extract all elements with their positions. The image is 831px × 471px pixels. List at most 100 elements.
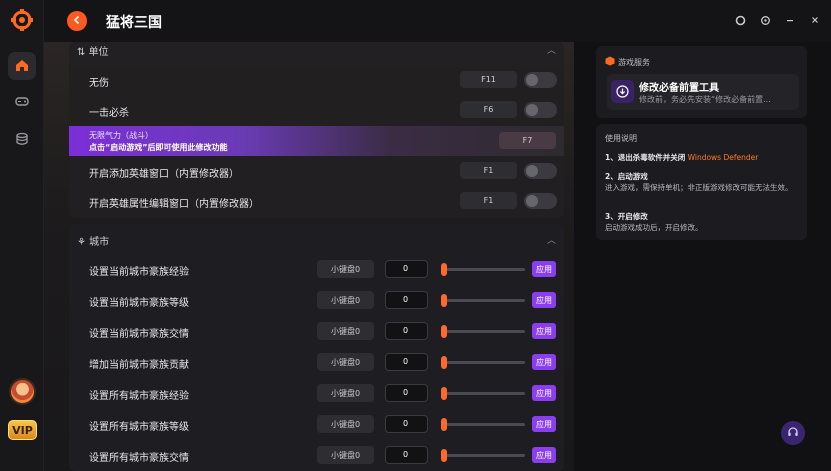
cheat-label: 一击必杀 [89, 108, 129, 119]
hotkey-button[interactable]: F6 [460, 101, 517, 118]
apply-button[interactable]: 应用 [532, 292, 556, 308]
cheat-row-edit-hero: 开启英雄属性编辑窗口（内置修改器） F1 [69, 186, 564, 216]
city-cheat-row: 增加当前城市豪族贡献 小键盘0 0 应用 [69, 347, 564, 377]
slider-handle[interactable] [441, 325, 447, 338]
arrow-left-icon [72, 15, 82, 28]
hotkey-button[interactable]: F1 [460, 192, 517, 209]
value-slider[interactable] [441, 325, 525, 338]
vip-badge[interactable]: VIP [8, 420, 37, 440]
minimize-icon[interactable] [784, 14, 796, 26]
city-section-title: ⚘ 城市 [77, 237, 110, 248]
nav-games[interactable] [8, 88, 36, 116]
slider-handle[interactable] [441, 263, 447, 276]
prerequisite-tool-item[interactable]: 修改必备前置工具 修改前，务必先安装“修改必备前置... [607, 74, 799, 110]
service-box-icon [605, 56, 615, 69]
cheat-label: 开启添加英雄窗口（内置修改器） [89, 169, 239, 180]
cheat-label: 开启英雄属性编辑窗口（内置修改器） [89, 199, 259, 210]
city-cheat-row: 设置当前城市豪族交情 小键盘0 0 应用 [69, 316, 564, 346]
locked-feature-name: 无限气力（战斗） [89, 131, 153, 140]
apply-button[interactable]: 应用 [532, 261, 556, 277]
hotkey-button[interactable]: F1 [460, 162, 517, 179]
value-input[interactable]: 0 [385, 353, 428, 371]
toggle-switch[interactable] [524, 163, 557, 179]
guide-step-1: 1、退出杀毒软件并关闭 Windows Defender [605, 153, 759, 162]
apply-button[interactable]: 应用 [532, 416, 556, 432]
headset-icon [787, 426, 799, 441]
locked-feature-banner[interactable]: 无限气力（战斗） 点击“启动游戏”后即可使用此修改功能 F7 [69, 126, 564, 156]
guide-step-2: 2、启动游戏 进入游戏，需保持单机；非正版游戏修改可能无法生效。 [605, 172, 793, 192]
slider-handle[interactable] [441, 387, 447, 400]
cheat-label: 设置所有城市豪族经验 [89, 391, 189, 402]
nav-library[interactable] [8, 126, 36, 154]
slider-handle[interactable] [441, 418, 447, 431]
value-input[interactable]: 0 [385, 260, 428, 278]
keypad-hotkey-button[interactable]: 小键盘0 [317, 260, 374, 278]
nav-home[interactable] [8, 52, 36, 80]
settings-icon[interactable] [759, 14, 771, 26]
guide-step-3: 3、开启修改 启动游戏成功后，开启修改。 [605, 212, 703, 232]
user-circle-icon[interactable] [734, 14, 746, 26]
apply-button[interactable]: 应用 [532, 323, 556, 339]
value-slider[interactable] [441, 449, 525, 462]
cheat-label: 设置当前城市豪族交情 [89, 329, 189, 340]
guide-title: 使用说明 [605, 134, 637, 143]
back-button[interactable] [67, 11, 87, 31]
keypad-hotkey-button[interactable]: 小键盘0 [317, 415, 374, 433]
slider-handle[interactable] [441, 356, 447, 369]
page-title: 猛将三国 [106, 15, 162, 31]
apply-button[interactable]: 应用 [532, 354, 556, 370]
value-input[interactable]: 0 [385, 322, 428, 340]
city-cheat-row: 设置所有城市豪族经验 小键盘0 0 应用 [69, 378, 564, 408]
gamepad-icon [15, 94, 29, 111]
slider-handle[interactable] [441, 294, 447, 307]
toggle-switch[interactable] [524, 193, 557, 209]
database-icon [15, 132, 29, 149]
hotkey-button[interactable]: F7 [499, 132, 556, 149]
keypad-hotkey-button[interactable]: 小键盘0 [317, 322, 374, 340]
keypad-hotkey-button[interactable]: 小键盘0 [317, 384, 374, 402]
collapse-chevron-icon[interactable]: ︿ [547, 43, 556, 56]
user-avatar[interactable] [9, 378, 36, 405]
cheat-label: 设置当前城市豪族经验 [89, 267, 189, 278]
collapse-chevron-icon[interactable]: ︿ [547, 233, 556, 246]
apply-button[interactable]: 应用 [532, 385, 556, 401]
keypad-hotkey-button[interactable]: 小键盘0 [317, 446, 374, 464]
toggle-switch[interactable] [524, 72, 557, 88]
game-service-card: 游戏服务 修改必备前置工具 修改前，务必先安装“修改必备前置... [596, 46, 807, 118]
city-section-icon: ⚘ [77, 237, 90, 248]
cheat-label: 无伤 [89, 78, 109, 89]
unit-section-title: ⇅ 单位 [77, 47, 109, 58]
cheat-row-add-hero: 开启添加英雄窗口（内置修改器） F1 [69, 156, 564, 186]
usage-guide-card: 使用说明 1、退出杀毒软件并关闭 Windows Defender 2、启动游戏… [596, 124, 807, 240]
city-cheat-row: 设置所有城市豪族等级 小键盘0 0 应用 [69, 409, 564, 439]
cheat-row-no-damage: 无伤 F11 [69, 65, 564, 95]
value-slider[interactable] [441, 356, 525, 369]
cheat-label: 设置所有城市豪族交情 [89, 453, 189, 464]
value-input[interactable]: 0 [385, 291, 428, 309]
city-cheat-row: 设置当前城市豪族经验 小键盘0 0 应用 [69, 254, 564, 284]
app-logo-icon[interactable] [11, 9, 33, 31]
city-cheat-row: 设置当前城市豪族等级 小键盘0 0 应用 [69, 285, 564, 315]
unit-section-icon: ⇅ [77, 47, 89, 58]
value-input[interactable]: 0 [385, 446, 428, 464]
tool-description: 修改前，务必先安装“修改必备前置... [639, 95, 771, 104]
keypad-hotkey-button[interactable]: 小键盘0 [317, 291, 374, 309]
slider-handle[interactable] [441, 449, 447, 462]
support-headset-button[interactable] [781, 421, 805, 445]
value-slider[interactable] [441, 263, 525, 276]
value-input[interactable]: 0 [385, 415, 428, 433]
cheat-label: 增加当前城市豪族贡献 [89, 360, 189, 371]
keypad-hotkey-button[interactable]: 小键盘0 [317, 353, 374, 371]
hotkey-button[interactable]: F11 [460, 71, 517, 88]
value-input[interactable]: 0 [385, 384, 428, 402]
value-slider[interactable] [441, 294, 525, 307]
value-slider[interactable] [441, 418, 525, 431]
tool-name: 修改必备前置工具 [639, 83, 719, 94]
cheat-row-one-hit-kill: 一击必杀 F6 [69, 95, 564, 125]
top-bar: 猛将三国 [44, 0, 831, 42]
toggle-switch[interactable] [524, 102, 557, 118]
apply-button[interactable]: 应用 [532, 447, 556, 463]
close-icon[interactable] [809, 14, 821, 26]
home-icon [15, 58, 29, 75]
value-slider[interactable] [441, 387, 525, 400]
